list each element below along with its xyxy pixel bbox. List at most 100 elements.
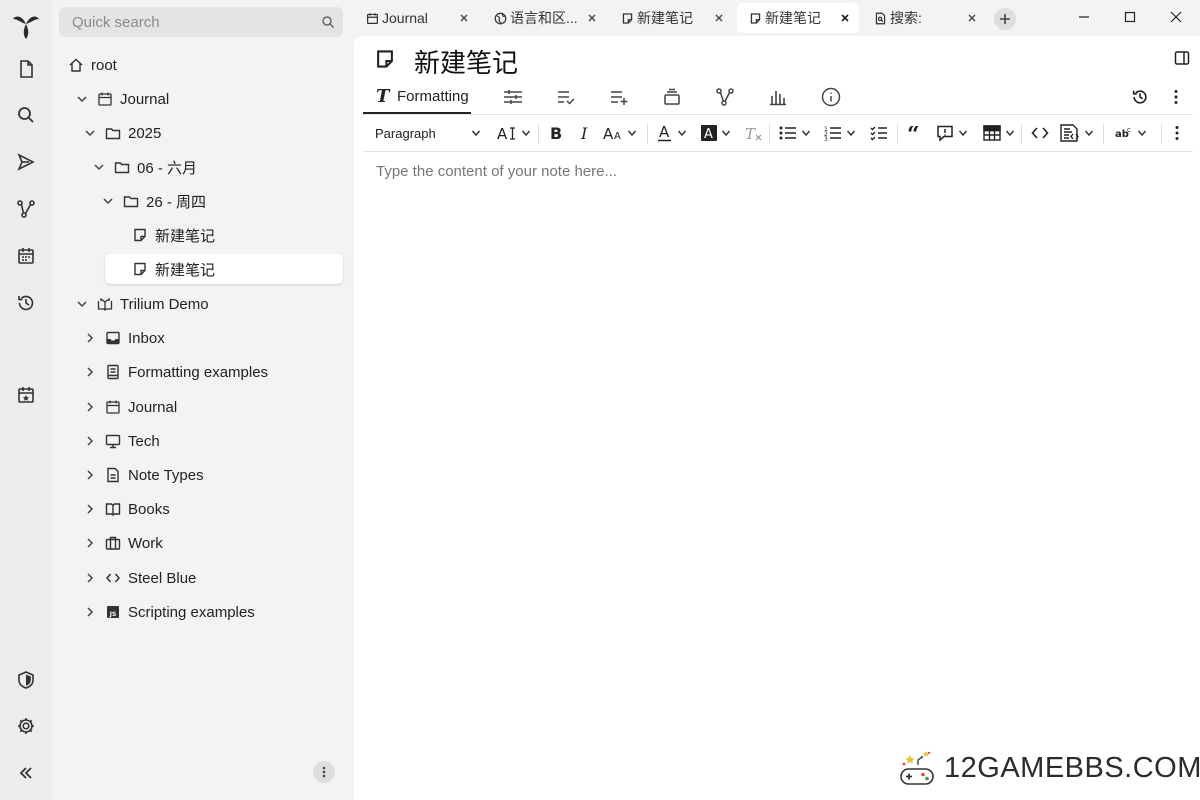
chevron-down-icon[interactable]: [75, 92, 89, 106]
collapse-sidebar-icon[interactable]: [6, 753, 46, 793]
chevron-right-icon[interactable]: [83, 502, 97, 516]
new-note-icon[interactable]: [6, 49, 46, 89]
close-icon[interactable]: [839, 12, 851, 24]
insert-table-button[interactable]: [983, 115, 1015, 151]
history-icon[interactable]: [6, 283, 46, 323]
chevron-down-icon[interactable]: [92, 160, 106, 174]
close-icon[interactable]: [713, 12, 725, 24]
special-characters-button[interactable]: ab c: [1115, 115, 1147, 151]
chevron-right-icon[interactable]: [83, 468, 97, 482]
admonition-button[interactable]: [936, 115, 968, 151]
note-map-icon[interactable]: [6, 189, 46, 229]
bulleted-list-icon: [779, 125, 797, 141]
today-calendar-icon[interactable]: [6, 375, 46, 415]
tree-item-tech[interactable]: Tech: [52, 426, 354, 456]
chevron-down-icon[interactable]: [83, 126, 97, 140]
tab-search[interactable]: 搜索:: [862, 3, 986, 33]
tree-item-work[interactable]: Work: [52, 528, 354, 558]
code-block-button[interactable]: [1060, 115, 1094, 151]
chevron-right-icon[interactable]: [83, 571, 97, 585]
ribbon-tab-formatting[interactable]: T Formatting: [363, 80, 471, 114]
bold-button[interactable]: B: [549, 115, 563, 151]
ribbon-tab-note-list[interactable]: [556, 80, 576, 114]
tab-new-note-1[interactable]: 新建笔记: [609, 3, 733, 33]
text-style-button[interactable]: AA: [603, 115, 637, 151]
minimize-button[interactable]: [1061, 0, 1107, 34]
tab-language-region[interactable]: 语言和区...: [482, 3, 606, 33]
ribbon-tab-note-map[interactable]: [715, 80, 735, 114]
tree-item-note-types[interactable]: Note Types: [52, 460, 354, 490]
tree-item-trilium-demo[interactable]: Trilium Demo: [52, 289, 354, 319]
svg-text:“: “: [907, 126, 920, 140]
note-icon[interactable]: [374, 48, 396, 70]
folder-icon: [105, 125, 121, 141]
toolbar-more-button[interactable]: [1175, 115, 1179, 151]
protected-session-icon[interactable]: [6, 660, 46, 700]
tree-item-journal-demo[interactable]: Journal: [52, 392, 354, 422]
tree-item-06-june[interactable]: 06 - 六月: [52, 152, 354, 182]
document-icon: [105, 467, 121, 483]
ribbon-tab-add-list[interactable]: [609, 80, 629, 114]
trilium-logo-icon[interactable]: [6, 5, 46, 45]
bulleted-list-button[interactable]: [779, 115, 811, 151]
chevron-right-icon[interactable]: [83, 365, 97, 379]
note-editor-placeholder[interactable]: Type the content of your note here...: [376, 163, 617, 180]
tree-item-journal[interactable]: Journal: [52, 84, 354, 114]
book-icon: [105, 364, 121, 380]
remove-format-button[interactable]: T: [745, 115, 763, 151]
chevron-down-icon[interactable]: [75, 297, 89, 311]
maximize-button[interactable]: [1107, 0, 1153, 34]
tree-item-26-thursday[interactable]: 26 - 周四: [52, 186, 354, 216]
quick-search-input[interactable]: [59, 7, 309, 37]
ribbon-revisions-button[interactable]: [1131, 80, 1149, 114]
tab-new-note-active[interactable]: 新建笔记: [737, 3, 859, 33]
tree-item-root[interactable]: root: [52, 50, 354, 80]
note-title[interactable]: 新建笔记: [414, 43, 518, 80]
chevron-right-icon[interactable]: [83, 331, 97, 345]
settings-gear-icon[interactable]: [6, 706, 46, 746]
search-icon[interactable]: [6, 95, 46, 135]
tree-item-scripting-examples[interactable]: JS Scripting examples: [52, 597, 354, 627]
ribbon-tab-collection[interactable]: [662, 80, 682, 114]
folder-icon: [114, 159, 130, 175]
new-tab-button[interactable]: [994, 8, 1016, 30]
search-icon[interactable]: [321, 15, 335, 29]
inline-code-button[interactable]: [1031, 115, 1049, 151]
ribbon-tab-properties[interactable]: [503, 80, 523, 114]
ribbon-tab-note-info[interactable]: [821, 80, 841, 114]
tree-item-new-note-active[interactable]: 新建笔记: [105, 254, 343, 284]
italic-button[interactable]: I: [579, 115, 593, 151]
tree-item-inbox[interactable]: Inbox: [52, 323, 354, 353]
close-icon[interactable]: [458, 12, 470, 24]
send-icon[interactable]: [6, 142, 46, 182]
chevron-right-icon[interactable]: [83, 400, 97, 414]
chevron-right-icon[interactable]: [83, 536, 97, 550]
heading-dropdown[interactable]: Paragraph: [367, 115, 485, 151]
calendar-icon[interactable]: [6, 236, 46, 276]
tree-item-formatting-examples[interactable]: Formatting examples: [52, 357, 354, 387]
close-window-button[interactable]: [1153, 0, 1199, 34]
tree-menu-button[interactable]: [313, 761, 335, 783]
background-color-button[interactable]: A: [701, 115, 731, 151]
note-icon: [749, 12, 762, 25]
toolbar-separator: [897, 124, 898, 144]
tree-item-books[interactable]: Books: [52, 494, 354, 524]
todo-list-button[interactable]: [870, 115, 888, 151]
ribbon-more-button[interactable]: [1174, 80, 1178, 114]
close-icon[interactable]: [966, 12, 978, 24]
block-quote-button[interactable]: “: [907, 115, 923, 151]
ribbon-tab-similar-notes[interactable]: [768, 80, 788, 114]
quick-search-box: [59, 7, 343, 37]
tree-item-new-note[interactable]: 新建笔记: [52, 220, 354, 250]
close-icon[interactable]: [586, 12, 598, 24]
font-color-button[interactable]: A: [657, 115, 687, 151]
chevron-right-icon[interactable]: [83, 605, 97, 619]
chevron-down-icon[interactable]: [101, 194, 115, 208]
chevron-right-icon[interactable]: [83, 434, 97, 448]
font-size-button[interactable]: A: [497, 115, 531, 151]
tree-item-2025[interactable]: 2025: [52, 118, 354, 148]
toggle-right-pane-icon[interactable]: [1174, 50, 1190, 66]
tab-journal[interactable]: Journal: [354, 3, 478, 33]
numbered-list-button[interactable]: 123: [824, 115, 856, 151]
tree-item-steel-blue[interactable]: Steel Blue: [52, 563, 354, 593]
